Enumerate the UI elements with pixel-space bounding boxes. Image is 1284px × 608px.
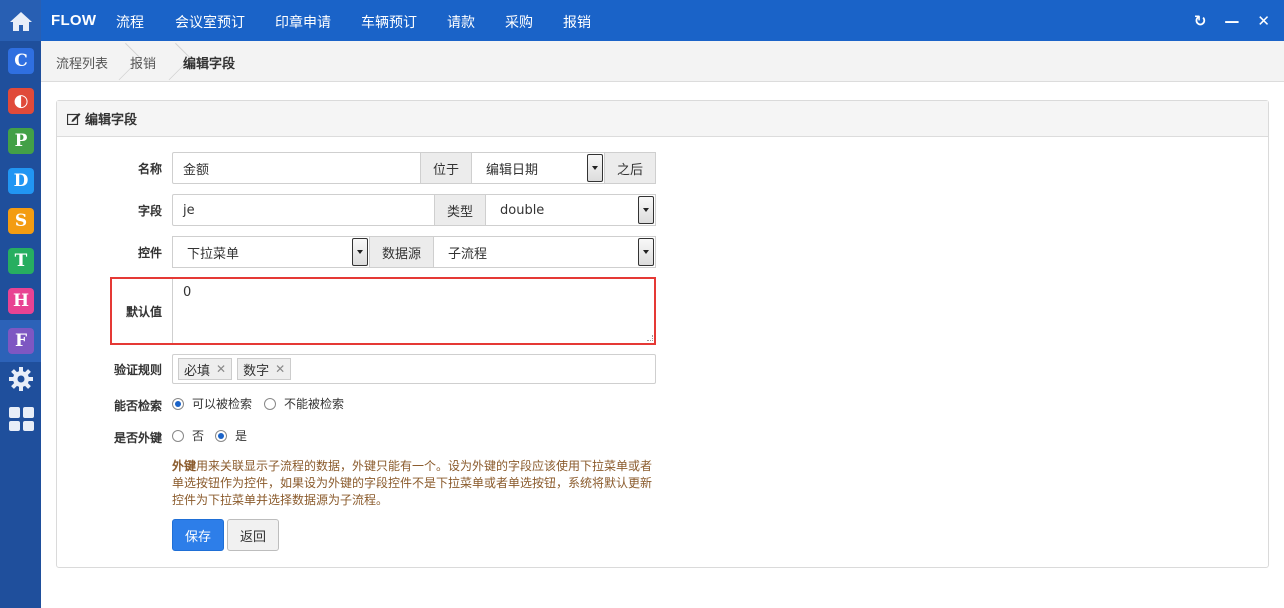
position-select[interactable]: 编辑日期 xyxy=(471,152,605,184)
edit-icon xyxy=(67,113,81,125)
nav-item-payment[interactable]: 请款 xyxy=(447,12,475,32)
type-addon: 类型 xyxy=(434,194,486,226)
app-o-icon[interactable]: ◐ xyxy=(8,88,34,114)
control-label: 控件 xyxy=(137,246,162,260)
apps-grid-button[interactable] xyxy=(8,406,34,432)
app-s-icon[interactable]: S xyxy=(8,208,34,234)
panel-header: 编辑字段 xyxy=(57,101,1268,137)
chevron-down-icon xyxy=(587,154,603,182)
remove-tag-icon[interactable]: ✕ xyxy=(216,362,226,376)
type-select[interactable]: double xyxy=(485,194,656,226)
tag-label: 数字 xyxy=(243,363,270,379)
tag-number: 数字 ✕ xyxy=(237,358,292,380)
left-sidebar: C ◐ P D S T H F xyxy=(0,0,41,608)
hint-text-2: 单选按钮作为控件，如果设为外键的字段控件不是下拉菜单或者单选按钮，系统将默认更新 xyxy=(172,476,653,490)
nav-item-meeting-room[interactable]: 会议室预订 xyxy=(175,12,245,32)
tag-required: 必填 ✕ xyxy=(178,358,233,380)
foreign-key-option-no[interactable]: 否 xyxy=(172,427,204,444)
searchable-option-no[interactable]: 不能被检索 xyxy=(264,395,344,412)
app-h-icon[interactable]: H xyxy=(8,288,34,314)
hint-text-1: 用来关联显示子流程的数据，外键只能有一个。设为外键的字段应该使用下拉菜单或者 xyxy=(196,459,653,473)
remove-tag-icon[interactable]: ✕ xyxy=(275,362,285,376)
radio-unchecked[interactable] xyxy=(264,397,276,410)
name-label: 名称 xyxy=(137,162,162,176)
panel-title: 编辑字段 xyxy=(85,113,138,128)
home-icon xyxy=(9,11,32,31)
validation-label: 验证规则 xyxy=(113,363,162,377)
breadcrumb-reimburse[interactable]: 报销 xyxy=(130,53,156,72)
control-select[interactable]: 下拉菜单 xyxy=(172,236,370,268)
chevron-down-icon xyxy=(352,238,368,266)
home-button[interactable] xyxy=(0,0,41,41)
radio-label: 是 xyxy=(235,429,248,443)
field-name-input[interactable]: je xyxy=(172,194,436,226)
brand-logo[interactable]: FLOW xyxy=(51,12,96,29)
gear-icon xyxy=(9,367,33,391)
top-navbar: FLOW 流程 会议室预订 印章申请 车辆预订 请款 采购 报销 ↻ — ✕ xyxy=(41,0,1284,41)
searchable-option-yes[interactable]: 可以被检索 xyxy=(172,395,252,412)
radio-unchecked[interactable] xyxy=(172,429,184,442)
app-d-icon[interactable]: D xyxy=(8,168,34,194)
back-button[interactable]: 返回 xyxy=(227,519,279,551)
validation-tags-input[interactable]: 必填 ✕ 数字 ✕ xyxy=(172,354,656,384)
nav-item-purchase[interactable]: 采购 xyxy=(505,12,533,32)
name-input[interactable]: 金额 xyxy=(172,152,422,184)
foreign-key-label: 是否外键 xyxy=(113,431,162,445)
radio-checked[interactable] xyxy=(215,429,227,442)
save-button[interactable]: 保存 xyxy=(172,519,224,551)
radio-label: 否 xyxy=(192,429,205,443)
foreign-key-option-yes[interactable]: 是 xyxy=(215,427,247,444)
breadcrumb-separator xyxy=(165,41,179,82)
control-value: 下拉菜单 xyxy=(187,246,240,262)
grid-cell xyxy=(9,420,20,431)
datasource-value: 子流程 xyxy=(448,246,488,262)
after-addon: 之后 xyxy=(604,152,656,184)
app-t-icon[interactable]: T xyxy=(8,248,34,274)
close-icon[interactable]: ✕ xyxy=(1257,12,1270,30)
minimize-icon[interactable]: — xyxy=(1224,12,1239,30)
nav-item-flow[interactable]: 流程 xyxy=(116,12,144,32)
grid-cell xyxy=(23,407,34,418)
foreign-key-hint: 外键用来关联显示子流程的数据，外键只能有一个。设为外键的字段应该使用下拉菜单或者… xyxy=(172,458,662,509)
name-value: 金额 xyxy=(183,162,210,178)
radio-label: 可以被检索 xyxy=(192,397,253,411)
breadcrumb: 流程列表 报销 编辑字段 xyxy=(41,41,1284,82)
radio-label: 不能被检索 xyxy=(284,397,345,411)
app-p-icon[interactable]: P xyxy=(8,128,34,154)
chevron-down-icon xyxy=(638,238,654,266)
hint-keyword: 外键 xyxy=(172,459,197,473)
settings-button[interactable] xyxy=(8,366,34,392)
app-f-icon[interactable]: F xyxy=(8,328,34,354)
datasource-select[interactable]: 子流程 xyxy=(433,236,656,268)
type-value: double xyxy=(500,202,545,218)
field-name-value: je xyxy=(183,202,195,218)
position-value: 编辑日期 xyxy=(486,162,539,178)
chevron-down-icon xyxy=(638,196,654,224)
position-addon: 位于 xyxy=(420,152,472,184)
tag-label: 必填 xyxy=(184,363,211,379)
grid-cell xyxy=(9,407,20,418)
nav-item-reimburse[interactable]: 报销 xyxy=(563,12,591,32)
refresh-icon[interactable]: ↻ xyxy=(1194,12,1207,30)
nav-item-seal[interactable]: 印章申请 xyxy=(275,12,331,32)
radio-checked[interactable] xyxy=(172,397,184,410)
breadcrumb-separator xyxy=(115,41,129,82)
field-label: 字段 xyxy=(137,204,162,218)
nav-item-vehicle[interactable]: 车辆预订 xyxy=(361,12,417,32)
grid-cell xyxy=(23,420,34,431)
breadcrumb-current: 编辑字段 xyxy=(183,57,236,72)
hint-text-3: 控件为下拉菜单并选择数据源为子流程。 xyxy=(172,493,389,507)
highlight-box xyxy=(110,277,656,345)
app-c-icon[interactable]: C xyxy=(8,48,34,74)
searchable-label: 能否检索 xyxy=(113,399,162,413)
datasource-addon: 数据源 xyxy=(369,236,434,268)
breadcrumb-flow-list[interactable]: 流程列表 xyxy=(56,53,108,72)
